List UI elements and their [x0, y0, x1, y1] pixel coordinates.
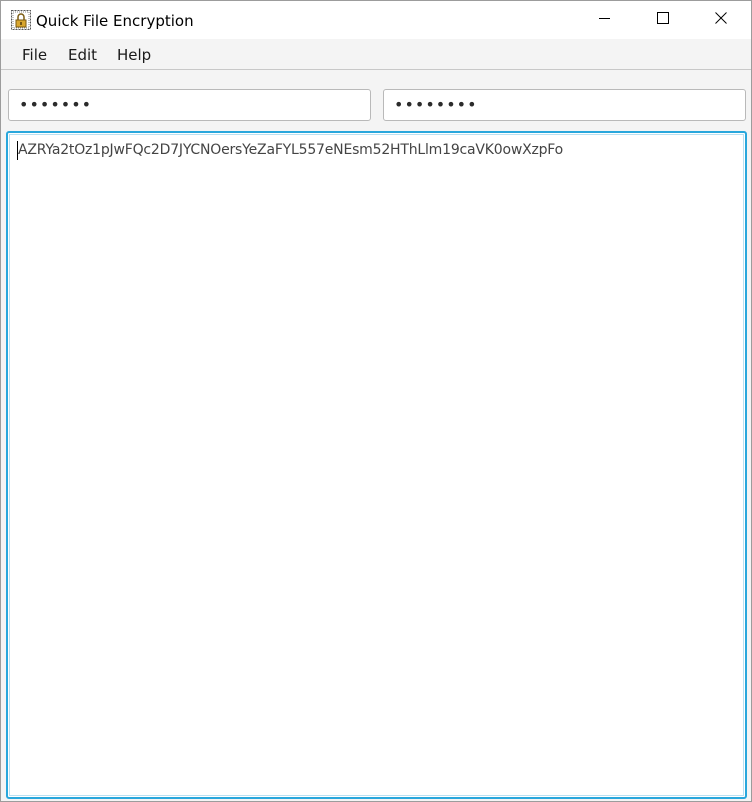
close-icon [715, 11, 727, 29]
title-bar[interactable]: Quick File Encryption [1, 1, 751, 39]
lock-file-icon [11, 10, 31, 30]
app-window: Quick File Encryption File Edit Help •••… [0, 0, 752, 802]
minimize-icon [599, 11, 611, 29]
confirm-password-field[interactable]: •••••••• [383, 89, 746, 121]
menu-help[interactable]: Help [115, 46, 153, 64]
text-area-focus-ring [9, 134, 744, 796]
menu-file[interactable]: File [20, 46, 49, 64]
minimize-button[interactable] [582, 1, 628, 39]
encrypted-text: AZRYa2tOz1pJwFQc2D7JYCNOersYeZaFYL557eNE… [18, 142, 564, 158]
window-title: Quick File Encryption [36, 12, 194, 30]
password-field[interactable]: ••••••• [8, 89, 371, 121]
maximize-button[interactable] [640, 1, 686, 39]
content-text-area[interactable]: AZRYa2tOz1pJwFQc2D7JYCNOersYeZaFYL557eNE… [6, 131, 747, 799]
menu-edit[interactable]: Edit [66, 46, 99, 64]
menu-bar: File Edit Help [1, 39, 751, 70]
maximize-icon [657, 11, 669, 29]
close-button[interactable] [698, 1, 744, 39]
